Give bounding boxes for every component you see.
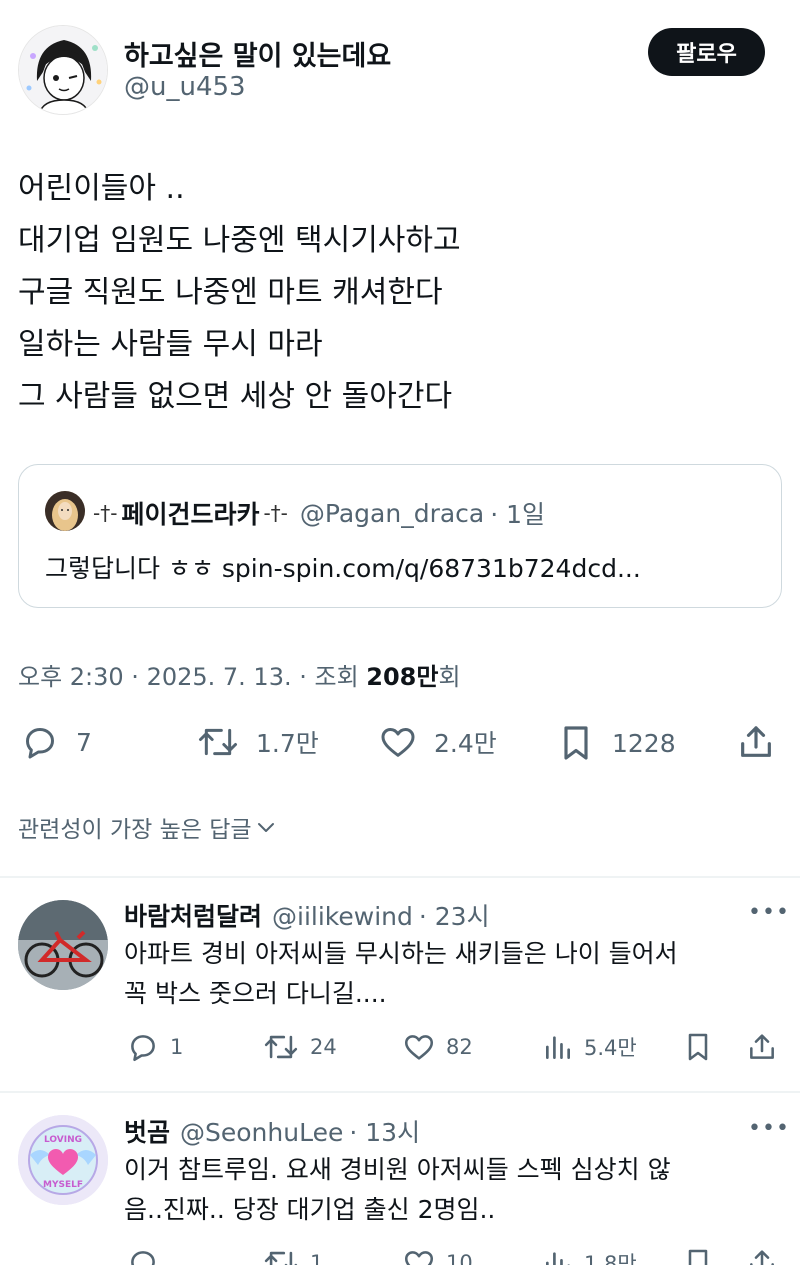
more-options-icon[interactable]: ••• — [748, 1116, 790, 1141]
retweet-count: 1 — [310, 1251, 324, 1265]
retweet-count: 1.7만 — [256, 729, 319, 758]
share-icon — [741, 726, 771, 757]
like-count: 10 — [446, 1251, 473, 1265]
heart-icon — [404, 1251, 434, 1265]
tweet-datetime: 오후 2:30 · 2025. 7. 13. · 조회 — [18, 663, 367, 691]
like-count: 2.4만 — [434, 729, 497, 758]
heart-icon — [404, 1035, 434, 1060]
reply-share-action[interactable] — [746, 1030, 778, 1064]
retweet-icon — [264, 1035, 298, 1059]
like-action[interactable]: 2.4만 — [378, 722, 497, 762]
reply-retweet-action[interactable]: 1 — [262, 1246, 323, 1265]
view-suffix: 회 — [438, 663, 461, 691]
reply-count: 7 — [76, 727, 92, 757]
svg-text:LOVING: LOVING — [44, 1135, 82, 1145]
quote-time: · 1일 — [490, 500, 546, 529]
author-avatar[interactable] — [18, 25, 108, 115]
reply-header: 벗곰 @SeonhuLee · 13시 — [124, 1113, 420, 1149]
tweet-line: 그 사람들 없으면 세상 안 돌아간다 — [18, 379, 453, 414]
views-chart-icon — [546, 1036, 570, 1059]
tweet-line: 어린이들아 .. — [18, 171, 185, 206]
quote-avatar-image-icon — [45, 491, 85, 531]
reply-action[interactable]: 7 — [20, 722, 92, 762]
tweet-meta: 오후 2:30 · 2025. 7. 13. · 조회 208만회 — [18, 657, 461, 692]
reply-sort-label: 관련성이 가장 높은 답글 — [18, 817, 252, 843]
reply-line: 이거 참트루임. 요새 경비원 아저씨들 스펙 심상치 않 — [124, 1155, 671, 1184]
quote-author-handle[interactable]: @Pagan_draca — [300, 499, 484, 528]
bookmark-icon — [688, 1249, 708, 1265]
share-icon — [750, 1034, 774, 1059]
reply-views-action[interactable]: 1.8만 — [542, 1246, 637, 1265]
reply-text: 이거 참트루임. 요새 경비원 아저씨들 스펙 심상치 않 음..진짜.. 당장… — [124, 1150, 671, 1230]
bookmark-icon — [688, 1033, 708, 1061]
reply-author-name[interactable]: 바람처럼달려 — [124, 897, 262, 933]
reply-reply-action[interactable] — [126, 1246, 170, 1265]
chevron-down-icon — [257, 823, 274, 832]
reply-count: 1 — [170, 1035, 184, 1059]
reply-icon — [131, 1251, 155, 1265]
quote-avatar — [45, 491, 85, 531]
share-icon — [750, 1250, 774, 1265]
sparkle-icon: -†- — [93, 501, 118, 525]
reply-line: 음..진짜.. 당장 대기업 출신 2명임.. — [124, 1195, 496, 1224]
follow-button[interactable]: 팔로우 — [648, 28, 765, 76]
quote-author-name[interactable]: 페이건드라카 — [121, 495, 259, 531]
quote-header: -†- 페이건드라카 -†- @Pagan_draca · 1일 — [93, 495, 545, 531]
divider — [0, 876, 800, 878]
bookmark-action[interactable]: 1228 — [556, 722, 676, 764]
reply-author-name[interactable]: 벗곰 — [124, 1113, 170, 1149]
reply-icon — [131, 1035, 155, 1062]
reply-like-action[interactable]: 82 — [402, 1030, 473, 1064]
bookmark-count: 1228 — [612, 728, 676, 758]
bicycle-photo-icon — [18, 900, 108, 990]
retweet-action[interactable]: 1.7만 — [196, 722, 319, 762]
view-count: 208만 — [366, 663, 439, 691]
reply-sort-dropdown[interactable]: 관련성이 가장 높은 답글 — [18, 810, 278, 844]
reply-author-handle[interactable]: @SeonhuLee — [180, 1118, 343, 1147]
reply-author-handle[interactable]: @iilikewind — [272, 902, 413, 931]
reply-line: 아파트 경비 아저씨들 무시하는 새키들은 나이 들어서 — [124, 939, 678, 968]
quote-tweet-card[interactable]: -†- 페이건드라카 -†- @Pagan_draca · 1일 그렇답니다 ㅎ… — [18, 464, 782, 608]
divider — [0, 1091, 800, 1093]
retweet-count: 24 — [310, 1035, 337, 1059]
reply-share-action[interactable] — [746, 1246, 778, 1265]
reply-bookmark-action[interactable] — [682, 1246, 714, 1265]
author-handle[interactable]: @u_u453 — [124, 72, 246, 102]
tweet-line: 대기업 임원도 나중엔 택시기사하고 — [18, 223, 461, 258]
reply-header: 바람처럼달려 @iilikewind · 23시 — [124, 897, 490, 933]
reply-time: · 23시 — [418, 902, 490, 931]
retweet-icon — [264, 1251, 298, 1265]
views-count: 1.8만 — [584, 1252, 637, 1265]
reply-text: 아파트 경비 아저씨들 무시하는 새키들은 나이 들어서 꼭 박스 줏으러 다니… — [124, 934, 678, 1014]
avatar-illustration-icon — [19, 26, 107, 114]
tweet-text: 어린이들아 .. 대기업 임원도 나중엔 택시기사하고 구글 직원도 나중엔 마… — [18, 163, 461, 423]
more-options-icon[interactable]: ••• — [748, 900, 790, 925]
svg-text:MYSELF: MYSELF — [43, 1180, 83, 1190]
bookmark-icon — [564, 726, 588, 760]
views-chart-icon — [546, 1252, 570, 1265]
reply-views-action[interactable]: 5.4만 — [542, 1030, 637, 1064]
reply-avatar[interactable] — [18, 900, 108, 990]
sparkle-icon: -†- — [263, 501, 288, 525]
reply-avatar[interactable]: LOVING MYSELF — [18, 1115, 108, 1205]
reply-icon — [26, 728, 54, 759]
views-count: 5.4만 — [584, 1036, 637, 1060]
reply-reply-action[interactable]: 1 — [126, 1030, 183, 1064]
tweet-line: 일하는 사람들 무시 마라 — [18, 327, 323, 362]
share-action[interactable] — [736, 722, 776, 762]
quote-text: 그렇답니다 ㅎㅎ spin-spin.com/q/68731b724dcd... — [45, 554, 641, 583]
like-count: 82 — [446, 1035, 473, 1059]
reply-line: 꼭 박스 줏으러 다니길.... — [124, 979, 387, 1008]
reply-bookmark-action[interactable] — [682, 1030, 714, 1064]
reply-like-action[interactable]: 10 — [402, 1246, 473, 1265]
retweet-icon — [199, 728, 237, 756]
reply-time: · 13시 — [349, 1118, 421, 1147]
author-name[interactable]: 하고싶은 말이 있는데요 — [124, 34, 391, 73]
reply-retweet-action[interactable]: 24 — [262, 1030, 337, 1064]
heart-wings-badge-icon: LOVING MYSELF — [18, 1115, 108, 1205]
heart-icon — [381, 728, 415, 757]
tweet-line: 구글 직원도 나중엔 마트 캐셔한다 — [18, 275, 443, 310]
